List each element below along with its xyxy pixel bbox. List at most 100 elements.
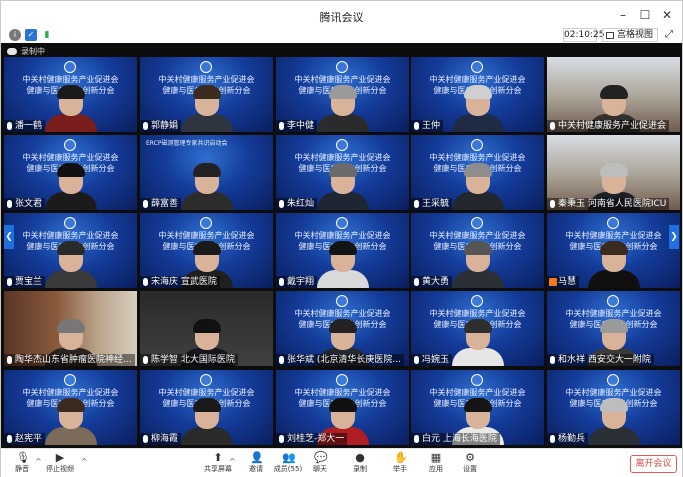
- participant-tile[interactable]: 中关村健康服务产业促进会健康与医疗科技创新分会贾宝兰: [4, 213, 137, 288]
- minimize-button[interactable]: –: [615, 7, 631, 23]
- raise-button[interactable]: ✋ 举手: [383, 451, 417, 477]
- participant-tile[interactable]: 陈学智 北大国际医院: [140, 291, 273, 366]
- banner-line-1: 中关村健康服务产业促进会: [429, 388, 526, 397]
- leave-meeting-button[interactable]: 离开会议: [630, 455, 677, 473]
- participant-video: [451, 319, 504, 366]
- microphone-icon: [7, 278, 12, 286]
- raise-icon: ✋: [394, 451, 408, 464]
- previous-page-button[interactable]: ❮: [4, 225, 14, 249]
- association-logo-icon: [471, 61, 483, 73]
- fullscreen-icon[interactable]: ⤢: [662, 28, 676, 42]
- participant-name: 秦秉玉 河南省人民医院ICU: [558, 199, 667, 209]
- members-label: 成员(55): [273, 465, 303, 473]
- banner-line-1: 中关村健康服务产业促进会: [158, 388, 255, 397]
- mute-button[interactable]: 🎙 静音: [5, 451, 39, 477]
- microphone-icon: [143, 435, 148, 443]
- participant-tile[interactable]: 中关村健康服务产业促进会健康与医疗科技创新分会冯婉玉: [411, 291, 544, 366]
- participant-video: [44, 163, 97, 210]
- members-icon: 👥: [282, 451, 296, 464]
- participant-name-label: 郭静娟: [140, 120, 182, 132]
- settings-button[interactable]: ⚙ 设置: [453, 451, 487, 477]
- participant-name-label: 王采毓: [411, 198, 453, 210]
- maximize-button[interactable]: ☐: [637, 7, 653, 23]
- participant-tile[interactable]: 中关村健康服务产业促进会健康与医疗科技创新分会郭静娟: [140, 57, 273, 132]
- banner-line-1: 中关村健康服务产业促进会: [565, 309, 662, 318]
- participant-tile[interactable]: 中关村健康服务产业促进会健康与医疗科技创新分会宋海庆 宣武医院: [140, 213, 273, 288]
- microphone-icon: [549, 278, 557, 286]
- options-caret-icon[interactable]: ^: [229, 457, 236, 466]
- next-page-button[interactable]: ❯: [669, 225, 679, 249]
- signal-icon[interactable]: ▮: [41, 29, 53, 41]
- participant-tile[interactable]: 中关村健康服务产业促进会健康与医疗科技创新分会王仲: [411, 57, 544, 132]
- chat-button[interactable]: 💬 聊天: [303, 451, 337, 477]
- participant-tile[interactable]: 中关村健康服务产业促进会健康与医疗科技创新分会王采毓: [411, 135, 544, 210]
- grid-view-icon: [606, 32, 614, 39]
- microphone-icon: [550, 356, 555, 364]
- invite-button[interactable]: 👤 邀请: [239, 451, 273, 477]
- participant-name-label: 赵宪平: [4, 433, 46, 445]
- participant-name-label: 张华斌 (北京清华长庚医院...: [276, 354, 404, 366]
- view-mode-button[interactable]: 宫格视图 ▾: [602, 28, 658, 52]
- participant-name: 陈学智 北大国际医院: [151, 355, 235, 365]
- participant-name: 马慧: [558, 277, 577, 287]
- video-button[interactable]: ▶ 停止视频: [43, 451, 77, 477]
- close-button[interactable]: ✕: [659, 7, 675, 23]
- apps-button[interactable]: ▦ 应用: [419, 451, 453, 477]
- microphone-icon: [414, 278, 419, 286]
- participant-video: [451, 85, 504, 132]
- participant-video: [44, 398, 97, 445]
- participant-name: 宋海庆 宣武医院: [151, 277, 217, 287]
- microphone-icon: [279, 200, 284, 208]
- participant-name: 赵宪平: [15, 434, 43, 444]
- video-stage: 录制中 中关村健康服务产业促进会健康与医疗科技创新分会潘一鹤中关村健康服务产业促…: [1, 43, 682, 448]
- participant-name-label: 王仲: [411, 120, 444, 132]
- meeting-window: 腾讯会议 – ☐ ✕ i ✓ ▮ 02:10:25 宫格视图 ▾ ⤢ 录制中 中…: [0, 0, 683, 477]
- participant-name-label: 张文君: [4, 198, 46, 210]
- participant-tile[interactable]: 中关村健康服务产业促进会健康与医疗科技创新分会潘一鹤: [4, 57, 137, 132]
- banner-line-1: 中关村健康服务产业促进会: [158, 231, 255, 240]
- microphone-icon: [414, 122, 419, 130]
- options-caret-icon[interactable]: ^: [35, 457, 42, 466]
- info-icon[interactable]: i: [9, 29, 21, 41]
- participant-tile[interactable]: 中关村健康服务产业促进会健康与医疗科技创新分会马慧: [547, 213, 680, 288]
- participant-tile[interactable]: 中关村健康服务产业促进会健康与医疗科技创新分会张文君: [4, 135, 137, 210]
- record-button[interactable]: ● 录制: [343, 451, 377, 477]
- participant-tile[interactable]: 中关村健康服务产业促进会健康与医疗科技创新分会李中健: [276, 57, 409, 132]
- association-logo-icon: [336, 61, 348, 73]
- participant-tile[interactable]: 中关村健康服务产业促进会健康与医疗科技创新分会和水祥 西安交大一附院: [547, 291, 680, 366]
- shield-icon[interactable]: ✓: [25, 29, 37, 41]
- participant-tile[interactable]: 中关村健康服务产业促进会健康与医疗科技创新分会白元 上海长海医院: [411, 370, 544, 445]
- participant-name-label: 白元 上海长海医院: [411, 433, 500, 445]
- window-title: 腾讯会议: [319, 11, 364, 24]
- participant-video: [587, 398, 640, 445]
- participant-name-label: 和水祥 西安交大一附院: [547, 354, 654, 366]
- members-button[interactable]: 👥 成员(55): [271, 451, 305, 477]
- banner-line-1: 中关村健康服务产业促进会: [294, 75, 391, 84]
- participant-tile[interactable]: 中关村健康服务产业促进会健康与医疗科技创新分会黄大勇: [411, 213, 544, 288]
- participant-tile[interactable]: 中关村健康服务产业促进会健康与医疗科技创新分会赵宪平: [4, 370, 137, 445]
- participant-name: 和水祥 西安交大一附院: [558, 355, 651, 365]
- participant-tile[interactable]: 中关村健康服务产业促进会健康与医疗科技创新分会张华斌 (北京清华长庚医院...: [276, 291, 409, 366]
- participant-tile[interactable]: 中关村健康服务产业促进会健康与医疗科技创新分会戴宇翔: [276, 213, 409, 288]
- banner-line-1: 中关村健康服务产业促进会: [294, 231, 391, 240]
- participant-tile[interactable]: 中关村健康服务产业促进会健康与医疗科技创新分会杨勤兵: [547, 370, 680, 445]
- participant-tile[interactable]: 陶华杰山东省肿瘤医院神经...: [4, 291, 137, 366]
- participant-tile[interactable]: 中关村健康服务产业促进会: [547, 57, 680, 132]
- participant-tile[interactable]: 中关村健康服务产业促进会健康与医疗科技创新分会朱红灿: [276, 135, 409, 210]
- chat-icon: 💬: [314, 451, 328, 464]
- microphone-icon: [7, 200, 12, 208]
- participant-name: 杨勤兵: [558, 434, 586, 444]
- participant-tile[interactable]: 中关村健康服务产业促进会健康与医疗科技创新分会刘桂芝-郑大一: [276, 370, 409, 445]
- participant-tile[interactable]: 秦秉玉 河南省人民医院ICU: [547, 135, 680, 210]
- participant-name-label: 薛富善: [140, 198, 182, 210]
- options-caret-icon[interactable]: ^: [81, 457, 88, 466]
- microphone-icon: [279, 435, 284, 443]
- association-logo-icon: [64, 61, 76, 73]
- participant-tile[interactable]: ERCP磁测管理专家共识启动会 薛富善: [140, 135, 273, 210]
- video-icon: ▶: [55, 451, 65, 464]
- recording-indicator: 录制中: [7, 47, 45, 57]
- participant-tile[interactable]: 中关村健康服务产业促进会健康与医疗科技创新分会柳海霞: [140, 370, 273, 445]
- banner-line-1: 中关村健康服务产业促进会: [294, 309, 391, 318]
- banner-line-1: 中关村健康服务产业促进会: [429, 309, 526, 318]
- participant-name-label: 朱红灿: [276, 198, 318, 210]
